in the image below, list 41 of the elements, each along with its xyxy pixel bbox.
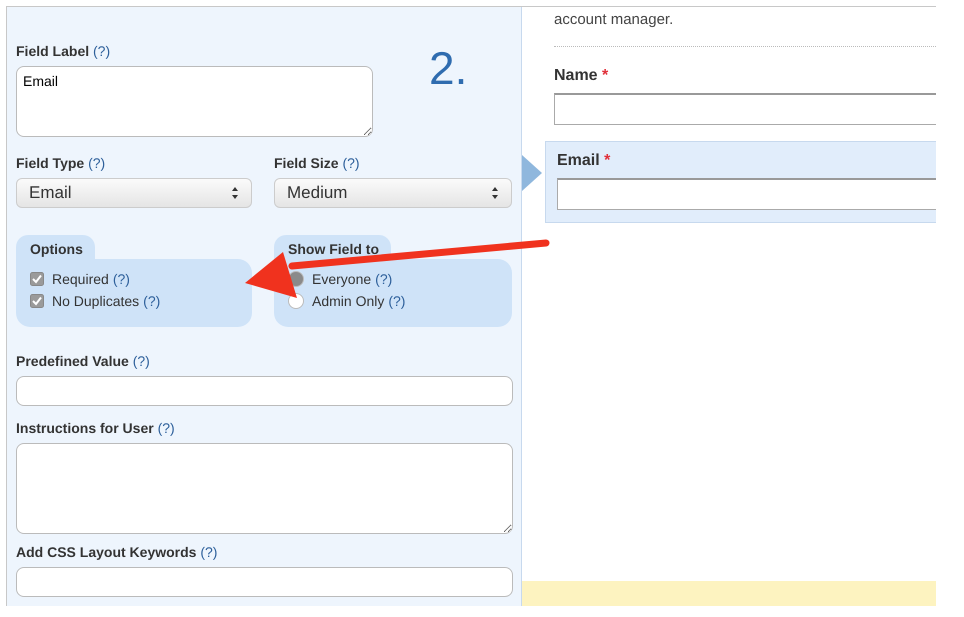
text-field[interactable] <box>554 93 936 125</box>
field-label: Field Type <box>16 155 84 171</box>
help-link[interactable]: (?) <box>388 293 406 309</box>
step-number: 2. <box>429 41 468 95</box>
text-field[interactable] <box>557 178 936 210</box>
intro-text: account manager. <box>553 10 674 28</box>
option-label: Admin Only <box>312 293 384 309</box>
checkbox[interactable] <box>30 294 44 308</box>
visibility-legend: Show Field to <box>274 235 391 259</box>
size-select[interactable]: Medium <box>274 178 512 208</box>
help-link[interactable]: (?) <box>88 155 106 171</box>
radio-button[interactable] <box>288 293 304 309</box>
help-link[interactable]: (?) <box>93 43 110 59</box>
field-label: Name <box>554 67 598 84</box>
options-legend: Options <box>16 235 95 259</box>
option-label: Everyone <box>312 271 372 287</box>
help-link[interactable]: (?) <box>132 353 150 369</box>
required-mark: * <box>604 152 610 169</box>
css-keywords-field[interactable] <box>16 567 513 597</box>
type-select[interactable]: Email <box>16 178 252 208</box>
field-label: Field Size <box>274 155 339 171</box>
help-link[interactable]: (?) <box>143 293 160 309</box>
help-link[interactable]: (?) <box>342 155 360 171</box>
help-link[interactable]: (?) <box>375 271 392 287</box>
checkbox[interactable] <box>30 272 44 286</box>
required-mark: * <box>602 67 608 84</box>
option-label: Required <box>52 271 109 287</box>
updown-icon <box>491 186 499 200</box>
predefined-value-field[interactable] <box>16 376 513 406</box>
updown-icon <box>231 186 239 200</box>
field-label: Add CSS Layout Keywords <box>16 544 196 560</box>
option-label: No Duplicates <box>52 293 140 309</box>
help-link[interactable]: (?) <box>112 271 130 287</box>
field-label: Field Label <box>16 43 90 59</box>
field-label: Predefined Value <box>16 353 129 369</box>
help-link[interactable]: (?) <box>200 544 218 560</box>
label-field[interactable]: Email <box>16 66 373 137</box>
help-link[interactable]: (?) <box>158 420 175 436</box>
instructions-field[interactable] <box>16 443 513 534</box>
field-label: Instructions for User <box>16 420 154 436</box>
field-label: Email <box>557 152 600 169</box>
